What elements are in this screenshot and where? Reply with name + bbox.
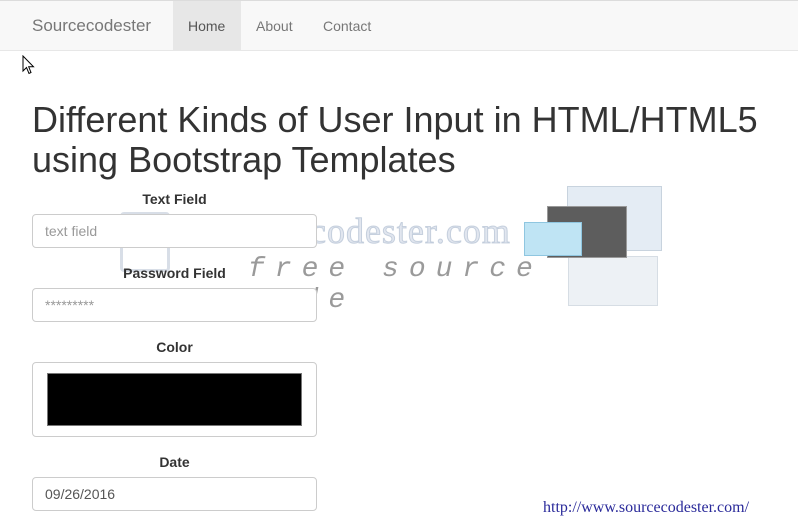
nav-home[interactable]: Home <box>173 1 241 51</box>
nav-about[interactable]: About <box>241 1 308 51</box>
color-field-label: Color <box>156 339 193 355</box>
watermark-screenshot-image <box>547 206 627 258</box>
watermark-screenshot-image <box>567 186 662 251</box>
watermark-url: http://www.sourcecodester.com/ <box>543 499 750 516</box>
mouse-cursor-icon <box>22 55 35 75</box>
password-field-label: Password Field <box>123 265 226 281</box>
watermark-screenshot-image <box>524 222 582 256</box>
password-field-input[interactable] <box>32 288 317 322</box>
page-title: Different Kinds of User Input in HTML/HT… <box>32 99 758 180</box>
brand-link[interactable]: Sourcecodester <box>32 16 151 36</box>
color-picker-input[interactable] <box>32 362 317 437</box>
watermark-screenshot-image <box>568 256 658 306</box>
date-field-input[interactable] <box>32 477 317 511</box>
text-field-input[interactable] <box>32 214 317 248</box>
date-field-label: Date <box>159 454 190 470</box>
text-field-label: Text Field <box>142 191 207 207</box>
navbar: Sourcecodester Home About Contact <box>0 0 798 51</box>
color-swatch <box>47 373 302 426</box>
nav-contact[interactable]: Contact <box>308 1 386 51</box>
